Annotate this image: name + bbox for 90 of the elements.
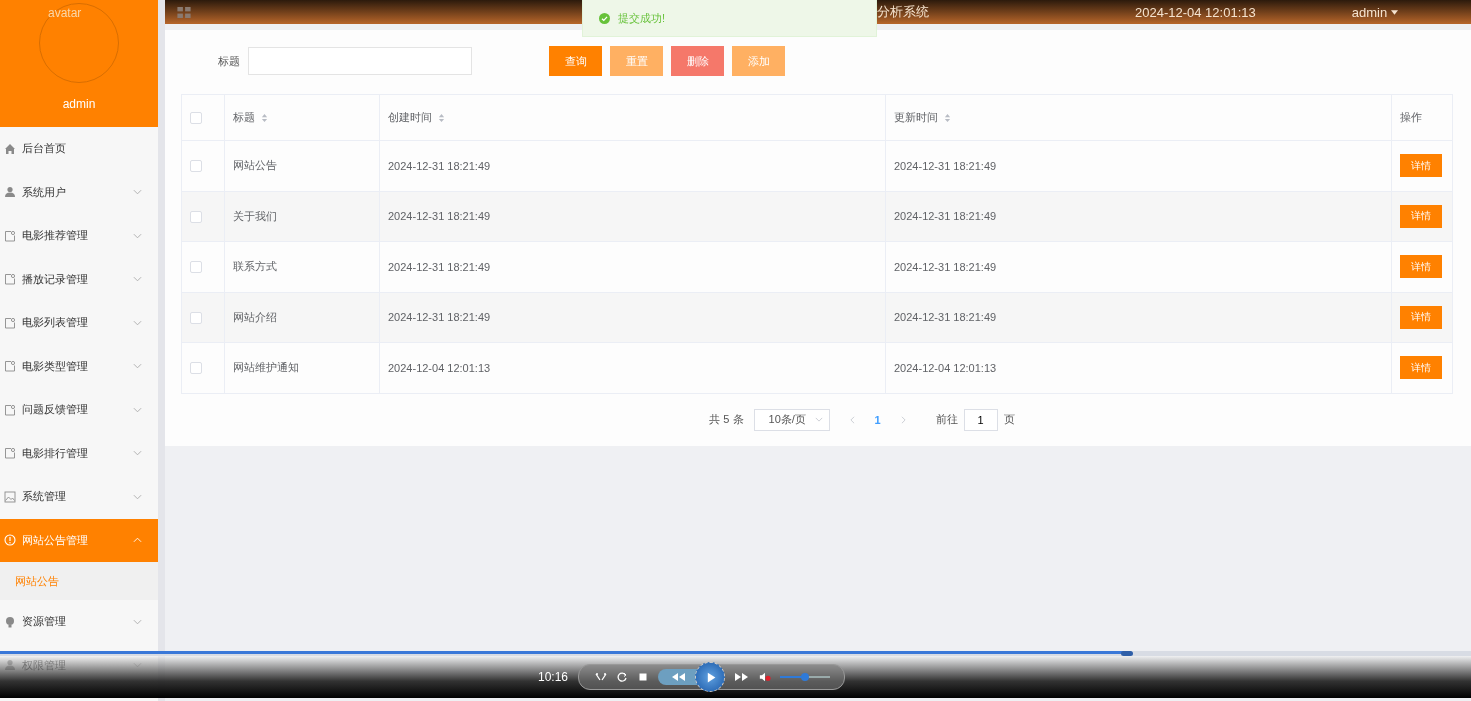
sidebar-item[interactable]: 资源管理: [0, 600, 158, 644]
elapsed-time: 10:16: [538, 670, 570, 684]
table-cell: 关于我们: [233, 209, 277, 222]
chevron-icon: [133, 618, 142, 625]
title-label: 标题: [218, 53, 241, 69]
sidebar-item[interactable]: 问题反馈管理: [0, 388, 158, 432]
alert-icon: [4, 534, 16, 547]
table-cell: 2024-12-31 18:21:49: [894, 260, 997, 273]
row-checkbox[interactable]: [190, 311, 202, 324]
row-checkbox[interactable]: [190, 261, 202, 274]
sort-icon[interactable]: [438, 112, 445, 123]
menu-icon[interactable]: [177, 6, 191, 18]
select-all-checkbox[interactable]: [190, 112, 202, 125]
sidebar-item[interactable]: 电影排行管理: [0, 431, 158, 475]
volume-thumb[interactable]: [801, 673, 809, 681]
chevron-icon: [133, 406, 142, 413]
table-cell: 2024-12-31 18:21:49: [388, 159, 491, 172]
page-unit: 页: [1003, 412, 1015, 427]
table-cell: 联系方式: [233, 260, 277, 273]
document-icon: [4, 316, 16, 329]
next-page-icon[interactable]: [900, 415, 906, 424]
repeat-icon[interactable]: [616, 671, 628, 683]
table-cell: 2024-12-31 18:21:49: [388, 210, 491, 223]
column-header: 标题: [233, 110, 255, 125]
table-cell: 2024-12-04 12:01:13: [894, 361, 997, 374]
user-menu[interactable]: admin: [1351, 4, 1388, 20]
chevron-icon: [133, 276, 142, 283]
row-checkbox[interactable]: [190, 362, 202, 375]
rewind-button[interactable]: [658, 669, 698, 685]
caret-icon[interactable]: [1391, 9, 1399, 15]
seek-bar[interactable]: [0, 651, 1471, 656]
column-header: 更新时间: [894, 110, 938, 125]
page-size-select[interactable]: 10条/页: [753, 408, 830, 431]
chevron-icon: [133, 537, 142, 544]
muted-speaker-icon[interactable]: [759, 671, 771, 683]
user-icon: [4, 186, 16, 199]
seek-thumb[interactable]: [1120, 651, 1133, 656]
sort-icon[interactable]: [261, 112, 268, 123]
datetime-text: 2024-12-04 12:01:13: [1135, 4, 1256, 20]
sidebar-item[interactable]: 电影类型管理: [0, 344, 158, 388]
table-cell: 2024-12-31 18:21:49: [894, 159, 997, 172]
page-input[interactable]: 1: [963, 408, 998, 431]
table-cell: 网站介绍: [233, 310, 277, 323]
table-cell: 2024-12-04 12:01:13: [388, 361, 491, 374]
chevron-icon: [133, 493, 142, 500]
table-cell: 2024-12-31 18:21:49: [894, 311, 997, 324]
table-cell: 2024-12-31 18:21:49: [388, 260, 491, 273]
sort-icon[interactable]: [944, 112, 951, 123]
document-icon: [4, 360, 16, 373]
fast-forward-icon[interactable]: [734, 671, 750, 683]
document-icon: [4, 229, 16, 242]
table-cell: 网站公告: [233, 159, 277, 172]
chevron-icon: [814, 417, 823, 422]
play-button[interactable]: [695, 662, 725, 692]
check-circle-icon: [599, 12, 610, 24]
sidebar-item[interactable]: 播放记录管理: [0, 257, 158, 301]
table-cell: 网站维护通知: [233, 361, 299, 374]
toast-message: 提交成功!: [618, 10, 666, 26]
table-cell: 2024-12-31 18:21:49: [894, 210, 997, 223]
stop-icon[interactable]: [637, 671, 649, 683]
sidebar-item[interactable]: 电影推荐管理: [0, 214, 158, 258]
row-checkbox[interactable]: [190, 160, 202, 173]
rewind-icon: [670, 672, 686, 682]
title-input[interactable]: [248, 47, 472, 75]
document-icon: [4, 403, 16, 416]
home-icon: [4, 142, 16, 155]
row-checkbox[interactable]: [190, 210, 202, 223]
column-header: 操作: [1400, 110, 1422, 125]
chevron-icon: [133, 450, 142, 457]
sidebar-item[interactable]: 系统用户: [0, 170, 158, 214]
goto-label: 前往: [935, 412, 958, 427]
system-title: 分析系统: [877, 3, 929, 21]
chevron-icon: [133, 232, 142, 239]
sidebar-item[interactable]: 电影列表管理: [0, 301, 158, 345]
chevron-icon: [133, 319, 142, 326]
avatar-alt-text: avatar: [48, 6, 82, 20]
chevron-icon: [133, 363, 142, 370]
picture-icon: [4, 490, 16, 503]
sidebar-item[interactable]: 系统管理: [0, 475, 158, 519]
sidebar-item[interactable]: 后台首页: [0, 127, 158, 171]
previous-page-icon[interactable]: [849, 415, 855, 424]
shuffle-icon[interactable]: [595, 671, 607, 683]
total-count: 共 5 条: [709, 412, 744, 427]
document-icon: [4, 273, 16, 286]
document-icon: [4, 447, 16, 460]
column-header: 创建时间: [388, 110, 432, 125]
table-cell: 2024-12-31 18:21:49: [388, 311, 491, 324]
chevron-icon: [133, 189, 142, 196]
bulb-icon: [4, 615, 16, 628]
username: admin: [62, 97, 96, 111]
